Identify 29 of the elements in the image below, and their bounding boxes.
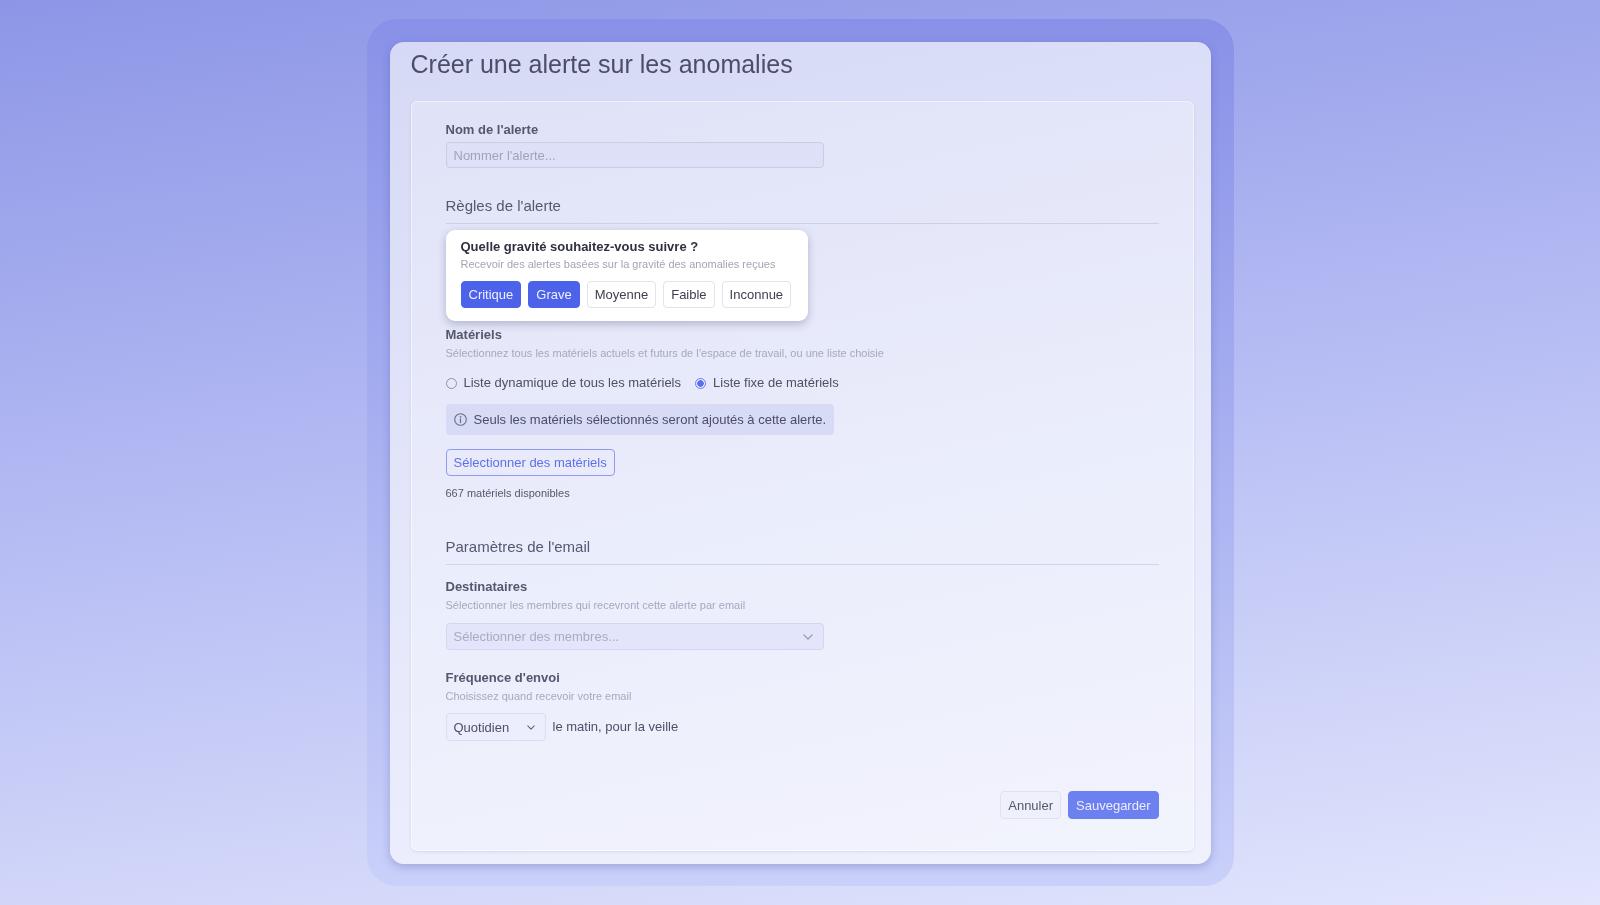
severity-toggle[interactable]: Critique — [460, 281, 522, 308]
field-label: Fréquence d'envoi — [445, 670, 560, 686]
notice-text: Seuls les matériels sélectionnés seront ajoutés à cette alerte. — [473, 411, 827, 428]
assets-count: 667 matériels disponibles — [445, 486, 570, 500]
severity-toggle[interactable]: Inconnue — [721, 281, 792, 308]
severity-toggle[interactable]: Grave — [528, 281, 580, 308]
frequency-suffix: le matin, pour la veille — [552, 719, 679, 735]
radio-option[interactable]: Liste dynamique de tous les matériels — [445, 374, 681, 392]
alert-name-input[interactable]: Nommer l'alerte... — [445, 142, 824, 168]
info-icon — [453, 413, 467, 426]
cancel-button[interactable]: Annuler — [1000, 791, 1062, 819]
field-hint: Sélectionnez tous les matériels actuels et futurs de l’espace de travail, ou une liste choisie — [445, 346, 884, 360]
popover-hint: Recevoir des alertes basées sur la gravité des anomalies reçues — [460, 257, 777, 271]
chevron-down-icon — [802, 633, 813, 640]
radio-option[interactable]: Liste fixe de matériels — [695, 374, 839, 392]
chevron-down-icon — [526, 724, 535, 730]
field-label: Matériels — [445, 327, 502, 343]
section-heading: Règles de l'alerte — [445, 197, 1159, 224]
select-assets-button[interactable]: Sélectionner des matériels — [445, 449, 615, 476]
section-heading: Paramètres de l'email — [445, 538, 1159, 565]
field-label: Nom de l'alerte — [445, 122, 539, 138]
popover-title: Quelle gravité souhaitez-vous suivre ? — [460, 239, 700, 255]
field-hint: Sélectionner les membres qui recevront cette alerte par email — [445, 598, 746, 612]
field-label: Destinataires — [445, 579, 528, 595]
field-hint: Choisissez quand recevoir votre email — [445, 689, 632, 703]
severity-toggle[interactable]: Faible — [663, 281, 715, 308]
severity-toggle[interactable]: Moyenne — [586, 281, 657, 308]
window-title: Créer une alerte sur les anomalies — [410, 49, 793, 80]
frequency-dropdown[interactable]: Quotidien — [445, 713, 546, 741]
